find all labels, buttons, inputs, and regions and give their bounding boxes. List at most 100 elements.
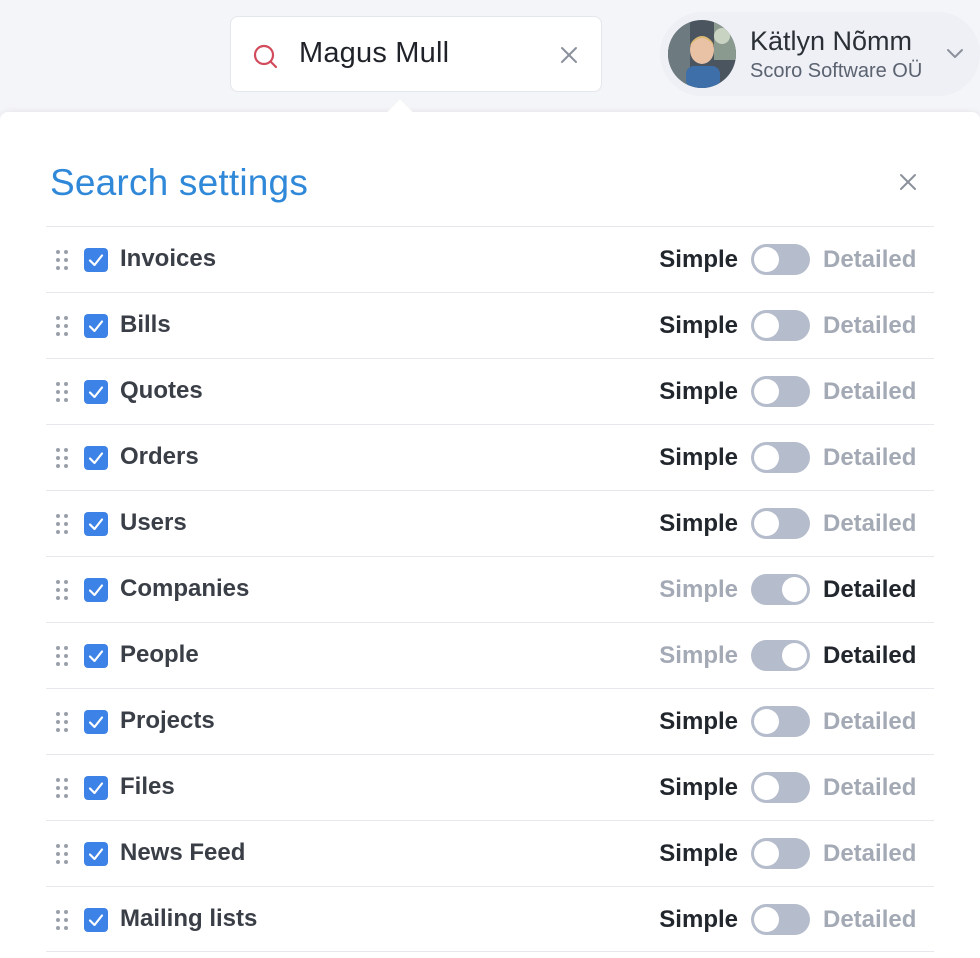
item-label: Bills: [120, 311, 171, 338]
mode-toggle[interactable]: [751, 508, 810, 539]
item-checkbox[interactable]: [84, 314, 108, 338]
list-item: Users Simple Detailed: [46, 490, 934, 556]
list-item: News Feed Simple Detailed: [46, 820, 934, 886]
search-input[interactable]: Magus Mull: [299, 37, 449, 70]
mode-toggle[interactable]: [751, 442, 810, 473]
checkmark-icon: [88, 452, 104, 465]
drag-handle-icon[interactable]: [55, 909, 69, 931]
item-label: Files: [120, 773, 175, 800]
mode-toggle[interactable]: [751, 772, 810, 803]
list-item: People Simple Detailed: [46, 622, 934, 688]
item-checkbox[interactable]: [84, 644, 108, 668]
detailed-option-label[interactable]: Detailed: [823, 576, 916, 604]
close-icon[interactable]: [898, 172, 918, 192]
user-company: Scoro Software OÜ: [750, 60, 923, 82]
detailed-option-label[interactable]: Detailed: [823, 642, 916, 670]
item-checkbox[interactable]: [84, 776, 108, 800]
avatar: [668, 20, 736, 88]
detailed-option-label[interactable]: Detailed: [823, 840, 916, 868]
mode-toggle[interactable]: [751, 640, 810, 671]
list-item: Orders Simple Detailed: [46, 424, 934, 490]
mode-toggle[interactable]: [751, 706, 810, 737]
mode-toggle[interactable]: [751, 376, 810, 407]
search-icon: [253, 44, 278, 69]
item-checkbox[interactable]: [84, 842, 108, 866]
toggle-knob: [782, 577, 807, 602]
search-box[interactable]: Magus Mull: [230, 16, 602, 92]
simple-option-label[interactable]: Simple: [659, 246, 738, 274]
detailed-option-label[interactable]: Detailed: [823, 312, 916, 340]
mode-toggle[interactable]: [751, 904, 810, 935]
mode-toggle[interactable]: [751, 574, 810, 605]
item-label: Orders: [120, 443, 199, 470]
clear-search-icon[interactable]: [559, 45, 579, 65]
item-label: Invoices: [120, 245, 217, 272]
drag-handle-icon[interactable]: [55, 447, 69, 469]
drag-handle-icon[interactable]: [55, 315, 69, 337]
search-settings-list: Invoices Simple Detailed Bills Simple De…: [46, 226, 934, 952]
list-item: Companies Simple Detailed: [46, 556, 934, 622]
item-checkbox[interactable]: [84, 710, 108, 734]
detailed-option-label[interactable]: Detailed: [823, 378, 916, 406]
item-label: News Feed: [120, 839, 246, 866]
item-checkbox[interactable]: [84, 446, 108, 470]
simple-option-label[interactable]: Simple: [659, 576, 738, 604]
simple-option-label[interactable]: Simple: [659, 840, 738, 868]
drag-handle-icon[interactable]: [55, 513, 69, 535]
toggle-knob: [754, 775, 779, 800]
detailed-option-label[interactable]: Detailed: [823, 246, 916, 274]
detailed-option-label[interactable]: Detailed: [823, 906, 916, 934]
checkmark-icon: [88, 320, 104, 333]
user-menu[interactable]: Kätlyn Nõmm Scoro Software OÜ: [660, 12, 980, 96]
drag-handle-icon[interactable]: [55, 579, 69, 601]
toggle-knob: [754, 709, 779, 734]
mode-toggle[interactable]: [751, 244, 810, 275]
chevron-down-icon[interactable]: [946, 46, 964, 60]
detailed-option-label[interactable]: Detailed: [823, 444, 916, 472]
toggle-knob: [754, 313, 779, 338]
toggle-knob: [754, 445, 779, 470]
user-name: Kätlyn Nõmm: [750, 26, 913, 56]
drag-handle-icon[interactable]: [55, 645, 69, 667]
list-item: Files Simple Detailed: [46, 754, 934, 820]
mode-toggle[interactable]: [751, 838, 810, 869]
drag-handle-icon[interactable]: [55, 381, 69, 403]
detailed-option-label[interactable]: Detailed: [823, 708, 916, 736]
simple-option-label[interactable]: Simple: [659, 510, 738, 538]
drag-handle-icon[interactable]: [55, 843, 69, 865]
item-label: Users: [120, 509, 187, 536]
item-label: People: [120, 641, 199, 668]
list-item: Projects Simple Detailed: [46, 688, 934, 754]
item-label: Projects: [120, 707, 215, 734]
simple-option-label[interactable]: Simple: [659, 906, 738, 934]
item-checkbox[interactable]: [84, 908, 108, 932]
list-item: Mailing lists Simple Detailed: [46, 886, 934, 952]
mode-toggle[interactable]: [751, 310, 810, 341]
simple-option-label[interactable]: Simple: [659, 378, 738, 406]
toggle-knob: [754, 907, 779, 932]
toggle-knob: [754, 511, 779, 536]
detailed-option-label[interactable]: Detailed: [823, 510, 916, 538]
drag-handle-icon[interactable]: [55, 777, 69, 799]
checkmark-icon: [88, 386, 104, 399]
simple-option-label[interactable]: Simple: [659, 642, 738, 670]
item-checkbox[interactable]: [84, 512, 108, 536]
checkmark-icon: [88, 716, 104, 729]
drag-handle-icon[interactable]: [55, 249, 69, 271]
item-checkbox[interactable]: [84, 380, 108, 404]
toggle-knob: [754, 841, 779, 866]
simple-option-label[interactable]: Simple: [659, 312, 738, 340]
simple-option-label[interactable]: Simple: [659, 774, 738, 802]
item-checkbox[interactable]: [84, 578, 108, 602]
toggle-knob: [754, 379, 779, 404]
simple-option-label[interactable]: Simple: [659, 444, 738, 472]
toggle-knob: [782, 643, 807, 668]
item-label: Quotes: [120, 377, 203, 404]
checkmark-icon: [88, 848, 104, 861]
panel-title: Search settings: [50, 162, 309, 203]
item-checkbox[interactable]: [84, 248, 108, 272]
checkmark-icon: [88, 254, 104, 267]
drag-handle-icon[interactable]: [55, 711, 69, 733]
simple-option-label[interactable]: Simple: [659, 708, 738, 736]
detailed-option-label[interactable]: Detailed: [823, 774, 916, 802]
